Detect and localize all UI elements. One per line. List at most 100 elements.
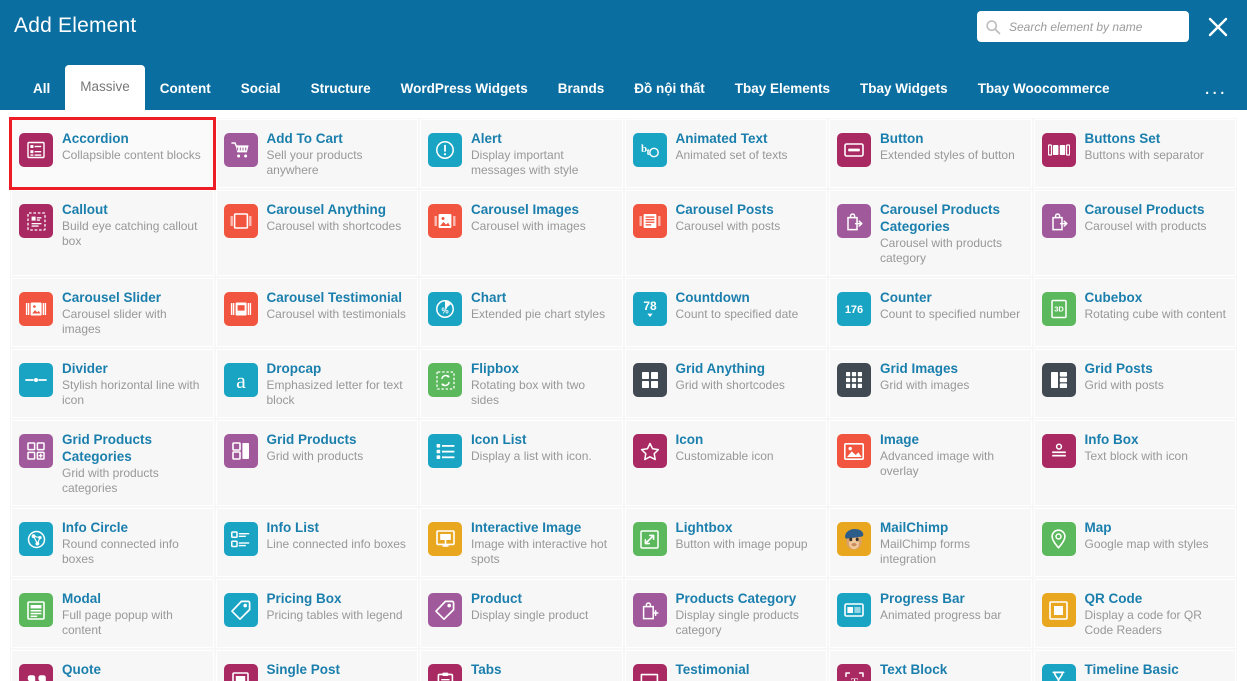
svg-text:a: a [236, 368, 246, 392]
tab-tbay-elements[interactable]: Tbay Elements [720, 67, 845, 110]
progress-bar-icon [837, 593, 871, 627]
tab-brands[interactable]: Brands [543, 67, 620, 110]
element-card-buttons-set[interactable]: Buttons Set Buttons with separator [1032, 118, 1237, 189]
shopping-cart-icon [223, 133, 258, 167]
element-card-alert[interactable]: Alert Display important messages with sty… [419, 118, 624, 189]
element-card-carousel-anything[interactable]: Carousel Anything Carousel with shortcode… [214, 189, 419, 277]
element-card-icon[interactable]: Icon Customizable icon [623, 419, 828, 507]
element-card-map[interactable]: Map Google map with styles [1032, 507, 1237, 578]
element-card-image[interactable]: Image Advanced image with overlay [828, 419, 1033, 507]
list-blocks-icon [19, 133, 53, 167]
tab-content[interactable]: Content [145, 67, 226, 110]
element-card-button[interactable]: Button Extended styles of button [828, 118, 1033, 189]
close-button[interactable] [1203, 12, 1233, 42]
element-card-countdown[interactable]: 78 Countdown Count to specified date [623, 277, 828, 348]
element-card-add-to-cart[interactable]: Add To Cart Sell your products anywhere [214, 118, 419, 189]
exclamation-circle-icon [428, 133, 462, 167]
text-block-t-icon: T [837, 664, 871, 681]
element-card-quote[interactable]: QuoteQuote text block [10, 649, 215, 681]
element-description: Display single products category [675, 608, 799, 637]
element-card-grid-images[interactable]: Grid Images Grid with images [828, 348, 1033, 419]
element-card-product[interactable]: Product Display single product [419, 578, 624, 649]
element-title: Flipbox [471, 361, 519, 376]
grid-products-categories-icon [19, 434, 53, 468]
element-card-timeline-basic[interactable]: Timeline BasicSimple timeline shortcode [1032, 649, 1237, 681]
element-card-counter[interactable]: 176 Counter Count to specified number [828, 277, 1033, 348]
tab-structure[interactable]: Structure [296, 67, 386, 110]
element-description: Carousel with posts [675, 219, 781, 233]
element-title: Lightbox [675, 520, 733, 535]
search-input[interactable] [1007, 18, 1181, 35]
element-description: Advanced image with overlay [880, 449, 995, 478]
element-description: Grid with shortcodes [675, 378, 785, 392]
element-card-cubebox[interactable]: 3D Cubebox Rotating cube with content [1032, 277, 1237, 348]
dropcap-a-icon: a [223, 363, 258, 397]
element-card-mailchimp[interactable]: MailChimp MailChimp forms integration [828, 507, 1033, 578]
price-tag-icon [223, 593, 258, 627]
tab-đồ-nội-thất[interactable]: Đồ nội thất [619, 67, 720, 110]
element-card-carousel-posts[interactable]: Carousel Posts Carousel with posts [623, 189, 828, 277]
element-card-info-circle[interactable]: Info Circle Round connected info boxes [10, 507, 215, 578]
element-card-text: Interactive Image Image with interactive … [471, 518, 613, 567]
element-card-carousel-products-categories[interactable]: Carousel Products Categories Carousel wit… [828, 189, 1033, 277]
element-title: Carousel Products [1084, 202, 1205, 217]
element-description: Carousel with testimonials [266, 307, 406, 321]
element-card-dropcap[interactable]: a Dropcap Emphasized letter for text block [214, 348, 419, 419]
element-card-interactive-image[interactable]: Interactive Image Image with interactive … [419, 507, 624, 578]
element-card-info-box[interactable]: Info Box Text block with icon [1032, 419, 1237, 507]
element-card-lightbox[interactable]: Lightbox Button with image popup [623, 507, 828, 578]
element-card-icon-list[interactable]: Icon List Display a list with icon. [419, 419, 624, 507]
element-card-carousel-images[interactable]: Carousel Images Carousel with images [419, 189, 624, 277]
pie-chart-percent-icon: % [428, 292, 462, 326]
tab-all[interactable]: All [18, 67, 65, 110]
tab-tbay-woocommerce[interactable]: Tbay Woocommerce [963, 67, 1125, 110]
hourglass-icon [1041, 664, 1076, 681]
tabs-clipboard-icon [428, 664, 462, 681]
element-card-text: Carousel Images Carousel with images [471, 200, 613, 234]
tab-massive[interactable]: Massive [65, 65, 145, 110]
element-card-text-block[interactable]: T Text BlockDisplay a text with font form… [828, 649, 1033, 681]
element-card-info-list[interactable]: Info List Line connected info boxes [214, 507, 419, 578]
element-card-tabs[interactable]: TabsTabbed content blocks [419, 649, 624, 681]
element-description: Carousel with shortcodes [266, 219, 402, 233]
element-list-scroll[interactable]: Accordion Collapsible content blocks Add T… [0, 110, 1247, 681]
search-box[interactable] [977, 11, 1189, 42]
element-card-single-post[interactable]: Single PostCustomizable post with many s… [214, 649, 419, 681]
element-card-carousel-products[interactable]: Carousel Products Carousel with products [1032, 189, 1237, 277]
element-card-accordion[interactable]: Accordion Collapsible content blocks [9, 117, 216, 190]
element-card-grid-anything[interactable]: Grid Anything Grid with shortcodes [623, 348, 828, 419]
element-card-chart[interactable]: % Chart Extended pie chart styles [419, 277, 624, 348]
info-list-icon [223, 522, 258, 556]
element-card-flipbox[interactable]: Flipbox Rotating box with two sides [419, 348, 624, 419]
tab-social[interactable]: Social [226, 67, 296, 110]
element-card-text: Product Display single product [471, 589, 613, 623]
element-card-text: Info Box Text block with icon [1085, 430, 1227, 464]
element-card-qr-code[interactable]: QR Code Display a code for QR Code Reader… [1032, 578, 1237, 649]
element-card-text: Progress Bar Animated progress bar [880, 589, 1022, 623]
element-card-callout[interactable]: Callout Build eye catching callout box [10, 189, 215, 277]
element-card-progress-bar[interactable]: Progress Bar Animated progress bar [828, 578, 1033, 649]
element-title: Quote [62, 662, 101, 677]
element-title: Pricing Box [266, 591, 342, 606]
element-card-carousel-testimonial[interactable]: Carousel Testimonial Carousel with testim… [214, 277, 419, 348]
element-card-animated-text[interactable]: b t Animated Text Animated set of texts [623, 118, 828, 189]
element-card-carousel-slider[interactable]: Carousel Slider Carousel slider with imag… [10, 277, 215, 348]
tab-wordpress-widgets[interactable]: WordPress Widgets [386, 67, 543, 110]
element-card-testimonial[interactable]: TestimonialStylish recommendation box [623, 649, 828, 681]
element-card-products-category[interactable]: Products Category Display single products… [623, 578, 828, 649]
element-description: Count to specified number [880, 307, 1021, 321]
element-card-modal[interactable]: Modal Full page popup with content [10, 578, 215, 649]
element-card-text: Timeline BasicSimple timeline shortcode [1085, 660, 1227, 681]
element-card-text: Accordion Collapsible content blocks [62, 129, 204, 163]
element-description: Sell your products anywhere [266, 148, 363, 177]
element-card-grid-products[interactable]: Grid Products Grid with products [214, 419, 419, 507]
more-tabs-button[interactable]: ... [1194, 78, 1247, 110]
modal-window-icon [19, 593, 53, 627]
element-card-divider[interactable]: Divider Stylish horizontal line with icon [10, 348, 215, 419]
element-card-grid-products-categories[interactable]: Grid Products Categories Grid with produc… [10, 419, 215, 507]
element-card-pricing-box[interactable]: Pricing Box Pricing tables with legend [214, 578, 419, 649]
element-title: Info List [266, 520, 320, 535]
element-card-text: Grid Anything Grid with shortcodes [676, 359, 818, 393]
element-card-grid-posts[interactable]: Grid Posts Grid with posts [1032, 348, 1237, 419]
tab-tbay-widgets[interactable]: Tbay Widgets [845, 67, 963, 110]
